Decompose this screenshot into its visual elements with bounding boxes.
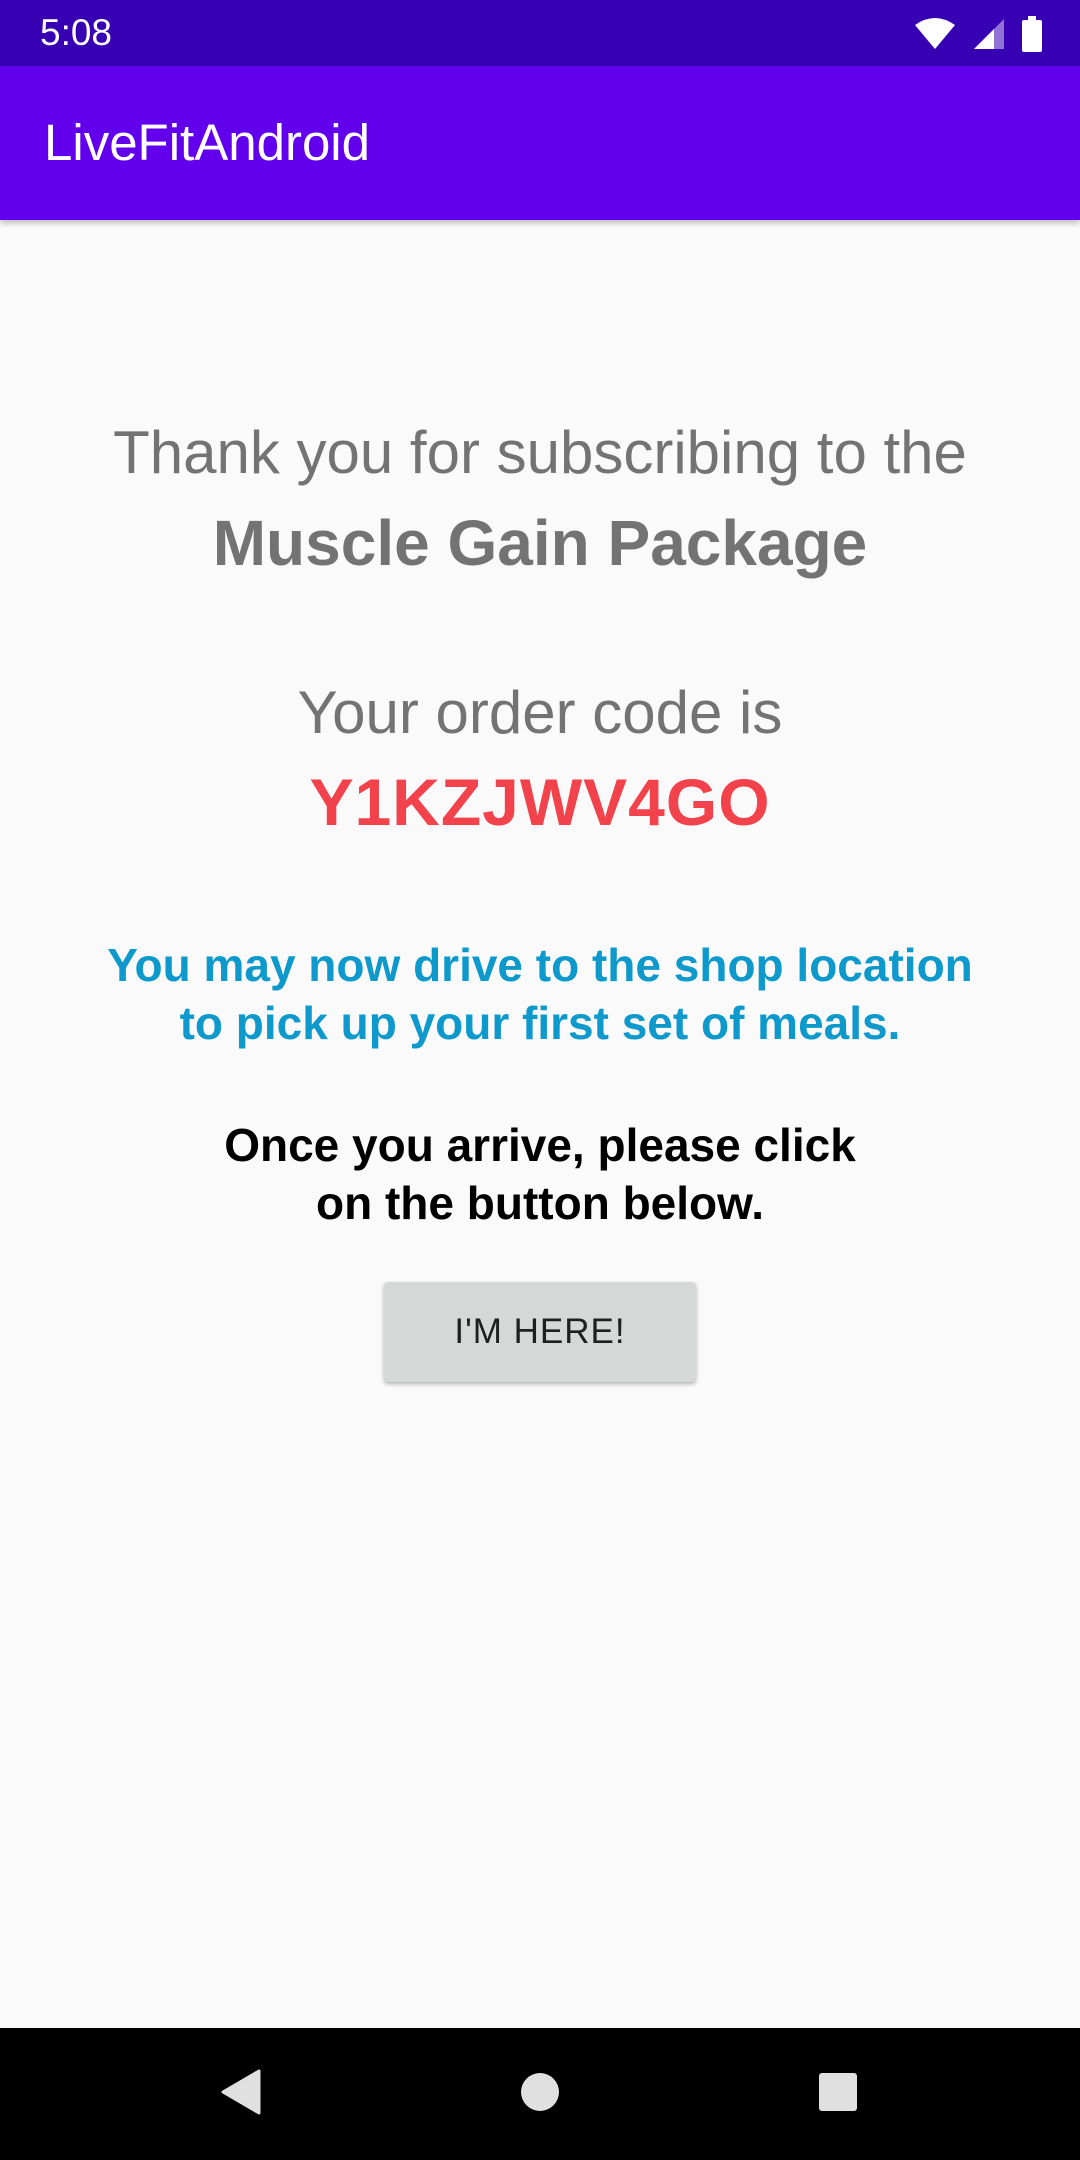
drive-instructions: You may now drive to the shop location t… bbox=[0, 936, 1080, 1052]
app-bar: LiveFitAndroid bbox=[0, 66, 1080, 220]
back-icon bbox=[219, 2069, 261, 2120]
back-button[interactable] bbox=[200, 2028, 280, 2160]
package-name: Muscle Gain Package bbox=[212, 507, 868, 579]
recents-button[interactable] bbox=[798, 2028, 878, 2160]
navigation-bar bbox=[0, 2028, 1080, 2160]
app-title: LiveFitAndroid bbox=[44, 114, 370, 171]
home-button[interactable] bbox=[500, 2028, 580, 2160]
arrive-instructions-line-2: on the button below. bbox=[316, 1177, 764, 1229]
im-here-button[interactable]: I'M HERE! bbox=[384, 1282, 696, 1382]
drive-instructions-line-2: to pick up your first set of meals. bbox=[179, 997, 901, 1049]
status-time: 5:08 bbox=[40, 12, 113, 53]
cell-signal-icon bbox=[972, 17, 1006, 51]
order-code-label: Your order code is bbox=[297, 679, 783, 746]
wifi-icon bbox=[914, 17, 956, 51]
arrive-instructions: Once you arrive, please click on the but… bbox=[0, 1116, 1080, 1232]
arrive-instructions-line-1: Once you arrive, please click bbox=[224, 1119, 856, 1171]
order-code: Y1KZJWV4GO bbox=[309, 765, 771, 839]
recents-icon bbox=[818, 2072, 858, 2117]
status-bar: 5:08 bbox=[0, 0, 1080, 66]
thanks-message: Thank you for subscribing to the bbox=[113, 419, 967, 486]
drive-instructions-line-1: You may now drive to the shop location bbox=[107, 939, 973, 991]
home-icon bbox=[520, 2072, 560, 2117]
main-content: Thank you for subscribing to the Muscle … bbox=[0, 220, 1080, 2028]
status-icons bbox=[914, 14, 1042, 54]
battery-icon bbox=[1022, 16, 1042, 52]
